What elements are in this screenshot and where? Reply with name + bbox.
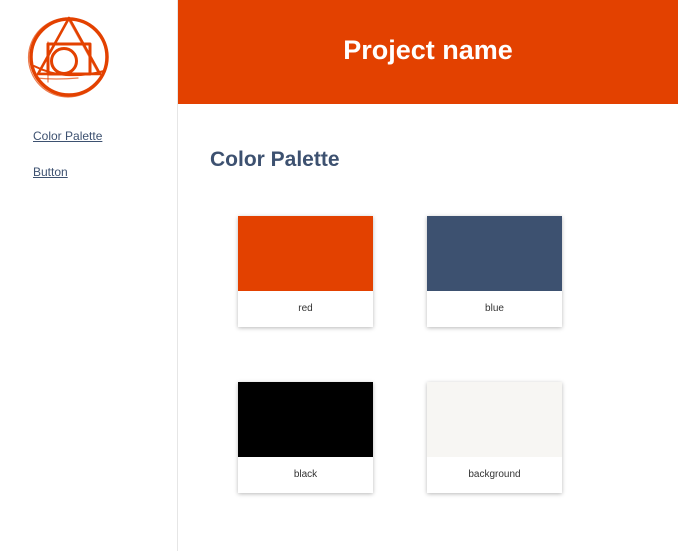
sidebar-item-color-palette: Color Palette <box>33 127 102 163</box>
swatch-name: background <box>468 469 521 480</box>
swatch-color <box>427 382 562 457</box>
swatch-color <box>238 382 373 457</box>
swatch-card-blue: blue <box>427 216 562 327</box>
swatch-name: red <box>298 303 313 314</box>
sidebar-link-button[interactable]: Button <box>33 165 68 179</box>
swatch-card-black: black <box>238 382 373 493</box>
app-window: Color Palette Button Project name Color … <box>0 0 678 551</box>
swatch-card-red: red <box>238 216 373 327</box>
project-logo-icon[interactable] <box>26 14 112 100</box>
swatch-name: black <box>293 469 318 480</box>
sidebar-item-button: Button <box>33 163 102 199</box>
section-title: Color Palette <box>210 148 340 171</box>
swatch-name: blue <box>485 303 504 314</box>
main-content: Color Palette red blue black background <box>178 104 678 551</box>
project-title: Project name <box>343 34 513 65</box>
sidebar-nav: Color Palette Button <box>33 127 102 199</box>
sidebar-link-color-palette[interactable]: Color Palette <box>33 129 102 143</box>
logo-graphic <box>27 16 109 98</box>
page-header: Project name <box>178 0 678 104</box>
swatch-card-background: background <box>427 382 562 493</box>
swatch-color <box>427 216 562 291</box>
swatch-color <box>238 216 373 291</box>
sidebar: Color Palette Button <box>0 0 178 551</box>
